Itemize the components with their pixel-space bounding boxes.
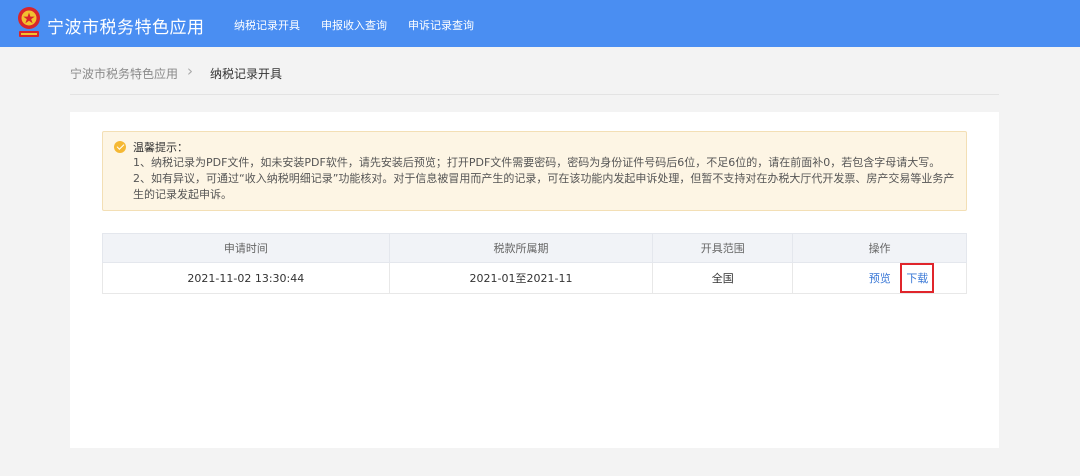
breadcrumb: 宁波市税务特色应用 › 纳税记录开具 <box>70 48 999 95</box>
table-row: 2021-11-02 13:30:44 2021-01至2021-11 全国 预… <box>102 262 967 294</box>
cell-apply-time: 2021-11-02 13:30:44 <box>102 262 390 294</box>
breadcrumb-home-link[interactable]: 宁波市税务特色应用 <box>70 65 178 82</box>
breadcrumb-separator-icon: › <box>187 62 193 80</box>
breadcrumb-current: 纳税记录开具 <box>210 67 283 81</box>
main-content-panel: 温馨提示： 1、纳税记录为PDF文件，如未安装PDF软件，请先安装后预览；打开P… <box>70 112 999 448</box>
column-header-apply-time: 申请时间 <box>102 233 390 263</box>
tax-emblem-logo <box>18 7 40 37</box>
download-link[interactable]: 下载 <box>900 263 935 293</box>
info-icon <box>114 141 126 153</box>
cell-scope: 全国 <box>652 262 794 294</box>
nav-tax-record-issue[interactable]: 纳税记录开具 <box>234 17 300 33</box>
app-title: 宁波市税务特色应用 <box>47 18 205 38</box>
notice-line-1: 1、纳税记录为PDF文件，如未安装PDF软件，请先安装后预览；打开PDF文件需要… <box>133 156 941 169</box>
tax-records-table: 申请时间 税款所属期 开具范围 操作 2021-11-02 13:30:44 2… <box>102 233 967 294</box>
notice-box: 温馨提示： 1、纳税记录为PDF文件，如未安装PDF软件，请先安装后预览；打开P… <box>102 131 967 211</box>
notice-line-2: 2、如有异议，可通过“收入纳税明细记录”功能核对。对于信息被冒用而产生的记录，可… <box>133 172 955 201</box>
nav-appeal-record-query[interactable]: 申诉记录查询 <box>408 17 474 33</box>
top-navigation-bar: 宁波市税务特色应用 纳税记录开具 申报收入查询 申诉记录查询 <box>0 0 1080 47</box>
cell-actions: 预览 下载 <box>792 262 967 294</box>
column-header-tax-period: 税款所属期 <box>388 233 654 263</box>
nav-income-declaration-query[interactable]: 申报收入查询 <box>321 17 387 33</box>
notice-title: 温馨提示： <box>133 141 188 154</box>
preview-link[interactable]: 预览 <box>865 268 895 288</box>
table-header-row: 申请时间 税款所属期 开具范围 操作 <box>102 233 967 263</box>
column-header-actions: 操作 <box>792 233 967 263</box>
column-header-scope: 开具范围 <box>652 233 794 263</box>
cell-tax-period: 2021-01至2021-11 <box>388 262 654 294</box>
